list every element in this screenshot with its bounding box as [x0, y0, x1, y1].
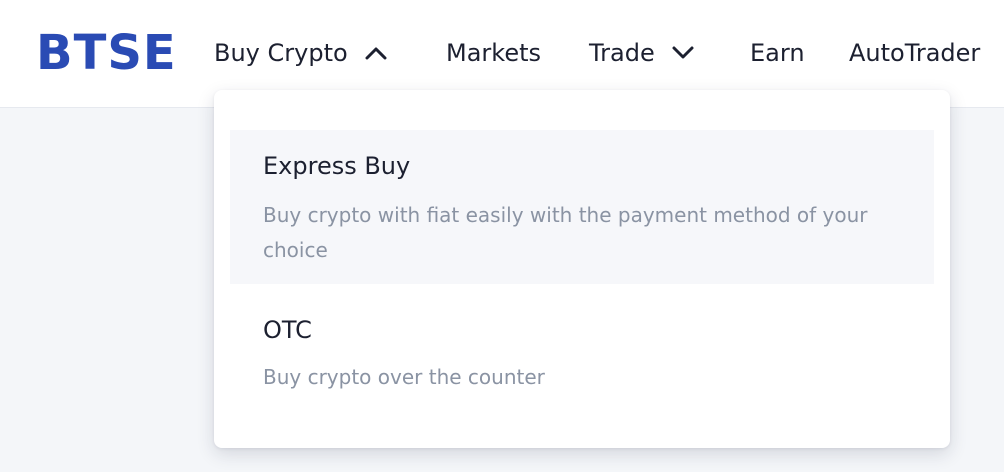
chevron-up-icon [365, 47, 387, 60]
nav-item-earn[interactable]: Earn [750, 36, 805, 70]
page: BTSE Buy Crypto Markets Trade Earn AutoT… [0, 0, 1004, 472]
nav-item-label: Buy Crypto [214, 39, 348, 67]
option-title: Express Buy [263, 152, 411, 180]
nav-item-label: AutoTrader [849, 39, 981, 67]
nav-item-trade[interactable]: Trade [589, 36, 695, 70]
nav-item-label: Markets [446, 39, 542, 67]
menu-option-otc[interactable]: OTC Buy crypto over the counter [230, 296, 934, 416]
nav-item-label: Earn [750, 39, 805, 67]
nav-item-autotrader[interactable]: AutoTrader [849, 36, 980, 70]
menu-option-express-buy[interactable]: Express Buy Buy crypto with fiat easily … [230, 130, 934, 284]
option-title: OTC [263, 316, 312, 344]
option-description: Buy crypto with fiat easily with the pay… [263, 203, 868, 262]
option-description: Buy crypto over the counter [263, 365, 545, 389]
nav-item-label: Trade [589, 39, 655, 67]
btse-logo[interactable]: BTSE [36, 26, 177, 80]
nav-item-buy-crypto[interactable]: Buy Crypto [214, 36, 388, 70]
buy-crypto-dropdown: Express Buy Buy crypto with fiat easily … [214, 90, 950, 448]
chevron-down-icon [672, 46, 694, 59]
nav-item-markets[interactable]: Markets [446, 36, 541, 70]
